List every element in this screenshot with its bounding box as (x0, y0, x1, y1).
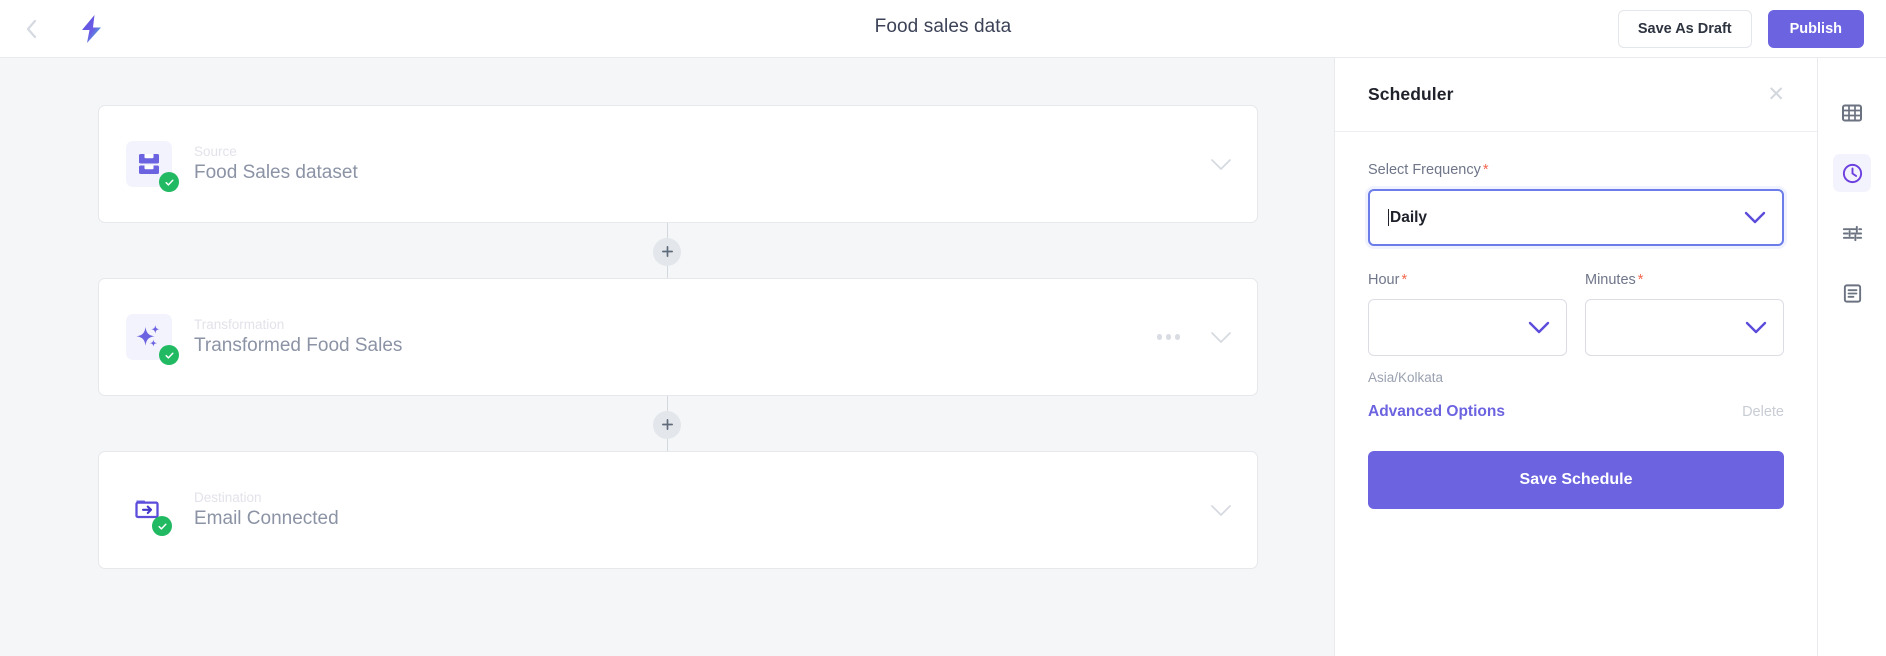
source-tray-icon (139, 154, 159, 174)
scheduler-panel: Scheduler ✕ Select Frequency * Daily Hour… (1334, 58, 1818, 656)
status-badge-connected (152, 516, 172, 536)
sliders-settings-icon (1842, 225, 1862, 241)
expand-destination-button[interactable] (1210, 504, 1232, 517)
minutes-label: Minutes * (1585, 272, 1784, 288)
scheduler-links-row: Advanced Options Delete (1368, 403, 1784, 421)
grid-table-icon (1842, 104, 1862, 122)
top-bar: Food sales data Save As Draft Publish (0, 0, 1886, 58)
pipeline-node-destination[interactable]: Destination Email Connected (98, 451, 1258, 569)
rail-item-scheduler[interactable] (1833, 154, 1871, 192)
rail-item-settings[interactable] (1833, 214, 1871, 252)
publish-button[interactable]: Publish (1767, 10, 1864, 48)
rail-item-data-preview[interactable] (1833, 94, 1871, 132)
transformation-node-icon-wrap (126, 314, 179, 365)
right-toolbar (1818, 58, 1886, 656)
pipeline-canvas[interactable]: Source Food Sales dataset Transformation… (0, 58, 1334, 656)
transformation-node-text: Transformation Transformed Food Sales (194, 317, 402, 357)
transformation-menu-button[interactable] (1156, 334, 1180, 340)
scheduler-title: Scheduler (1368, 84, 1454, 104)
scheduler-panel-header: Scheduler ✕ (1335, 58, 1817, 132)
save-schedule-button[interactable]: Save Schedule (1368, 451, 1784, 509)
node-name-label: Email Connected (194, 508, 339, 529)
frequency-label-text: Select Frequency (1368, 162, 1481, 178)
transformation-node-actions (1156, 331, 1233, 344)
expand-source-button[interactable] (1210, 158, 1232, 171)
document-logs-icon (1843, 283, 1861, 303)
ellipsis-icon-dot (1174, 334, 1180, 340)
required-marker: * (1637, 272, 1644, 288)
chevron-down-icon (1211, 158, 1231, 170)
required-marker: * (1401, 272, 1408, 288)
delete-schedule-link[interactable]: Delete (1742, 404, 1784, 420)
status-badge-connected (159, 345, 179, 365)
node-kind-label: Destination (194, 490, 262, 505)
frequency-select[interactable]: Daily (1368, 189, 1784, 246)
hour-field: Hour * (1368, 272, 1567, 356)
save-as-draft-button[interactable]: Save As Draft (1617, 10, 1752, 48)
node-kind-label: Transformation (194, 317, 285, 332)
close-icon[interactable]: ✕ (1767, 84, 1785, 105)
status-badge-connected (159, 172, 179, 192)
expand-transformation-button[interactable] (1210, 331, 1232, 344)
page-title: Food sales data (874, 16, 1012, 37)
minutes-dropdown-toggle[interactable] (1745, 321, 1767, 334)
minutes-label-text: Minutes (1585, 272, 1636, 288)
check-icon (157, 523, 167, 530)
add-node-button-1[interactable] (653, 237, 681, 266)
chevron-down-icon (1211, 331, 1231, 343)
chevron-down-icon (1528, 321, 1550, 334)
node-name-label: Transformed Food Sales (194, 335, 403, 356)
destination-node-icon-wrap (126, 487, 172, 536)
ellipsis-icon-dot (1156, 334, 1162, 340)
source-node-icon-wrap (126, 141, 179, 192)
check-icon (164, 352, 174, 359)
frequency-label: Select Frequency * (1368, 162, 1784, 178)
node-kind-label: Source (194, 144, 237, 159)
hour-label: Hour * (1368, 272, 1567, 288)
destination-node-text: Destination Email Connected (194, 490, 339, 530)
node-name-label: Food Sales dataset (194, 162, 358, 183)
hour-select[interactable] (1368, 299, 1567, 356)
add-node-button-2[interactable] (653, 410, 681, 439)
connector-source-to-transformation (653, 223, 681, 280)
time-row: Hour * Minutes * (1368, 272, 1784, 356)
minutes-field: Minutes * (1585, 272, 1784, 356)
timezone-label: Asia/Kolkata (1368, 370, 1444, 385)
frequency-dropdown-toggle[interactable] (1744, 211, 1766, 224)
ellipsis-icon-dot (1165, 334, 1171, 340)
chevron-down-icon (1211, 504, 1231, 516)
pipeline-node-source[interactable]: Source Food Sales dataset (98, 105, 1258, 223)
source-node-text: Source Food Sales dataset (194, 144, 358, 184)
frequency-value: Daily (1390, 208, 1428, 226)
chevron-down-icon (1745, 321, 1767, 334)
rail-item-logs[interactable] (1833, 274, 1871, 312)
plus-icon (661, 246, 673, 257)
plus-icon (661, 419, 673, 430)
chevron-down-icon (1744, 211, 1766, 224)
topbar-actions: Save As Draft Publish (1617, 10, 1864, 48)
pipeline-node-transformation[interactable]: Transformation Transformed Food Sales (98, 278, 1258, 396)
scheduler-panel-body: Select Frequency * Daily Hour * Minutes … (1335, 132, 1817, 509)
minutes-select[interactable] (1585, 299, 1784, 356)
check-icon (164, 179, 174, 186)
advanced-options-link[interactable]: Advanced Options (1368, 403, 1505, 421)
hour-label-text: Hour (1368, 272, 1400, 288)
sparkles-icon (136, 325, 160, 347)
required-marker: * (1482, 162, 1489, 178)
text-cursor (1388, 209, 1389, 226)
destination-node-actions (1210, 504, 1232, 517)
clock-schedule-icon (1842, 163, 1862, 183)
source-node-actions (1210, 158, 1232, 171)
connector-transformation-to-destination (653, 396, 681, 453)
hour-dropdown-toggle[interactable] (1528, 321, 1550, 334)
